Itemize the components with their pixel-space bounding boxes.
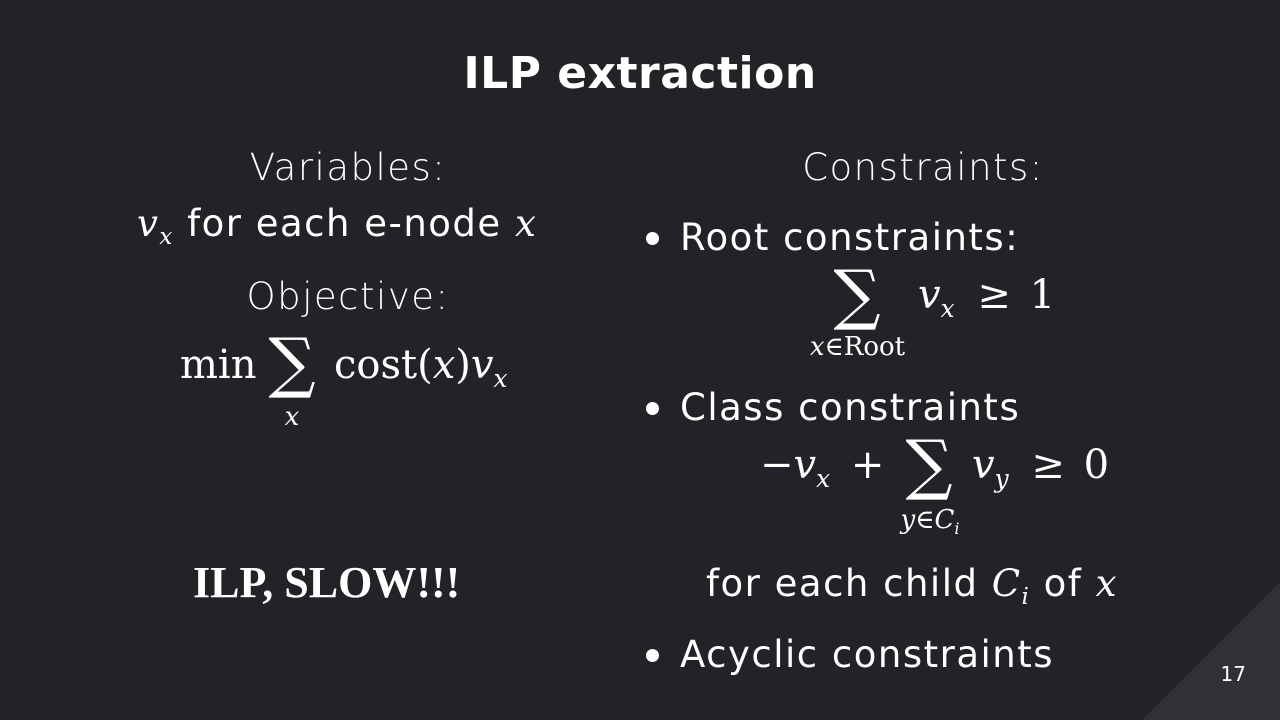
ilp-slow-label: ILP, SLOW!!! bbox=[193, 558, 461, 607]
class-right-term: vy ≥ 0 bbox=[972, 442, 1110, 493]
bullet-class bbox=[646, 402, 659, 415]
constraints-heading: Constraints: bbox=[802, 146, 1044, 189]
bullet-acyclic bbox=[646, 649, 659, 662]
objective-term: cost(x)vx bbox=[334, 342, 508, 393]
class-sum-symbol: ∑ bbox=[905, 426, 953, 503]
var-v-sub: x bbox=[159, 224, 174, 251]
class-left-term: −vx + bbox=[760, 442, 885, 493]
var-v: v bbox=[137, 202, 160, 245]
class-sum-limit: y∈Ci bbox=[900, 505, 960, 538]
objective-sum-symbol: ∑ bbox=[268, 324, 316, 401]
variables-text: for each e-node bbox=[173, 202, 515, 245]
for-each-child-line: for each child Ci of x bbox=[706, 562, 1118, 611]
slide-title: ILP extraction bbox=[463, 48, 817, 99]
variables-heading: Variables: bbox=[249, 146, 447, 189]
acyclic-constraints-label: Acyclic constraints bbox=[680, 633, 1055, 676]
objective-heading: Objective: bbox=[246, 275, 450, 318]
page-number: 17 bbox=[1220, 662, 1246, 686]
class-constraints-label: Class constraints bbox=[680, 386, 1021, 429]
bullet-root bbox=[646, 232, 659, 245]
root-term: vx ≥ 1 bbox=[918, 272, 1056, 323]
corner-decoration bbox=[1142, 582, 1280, 720]
variables-line: vx for each e-node x bbox=[137, 202, 538, 250]
root-constraints-label: Root constraints: bbox=[680, 216, 1020, 259]
root-sum-symbol: ∑ bbox=[833, 256, 881, 333]
var-node: x bbox=[514, 202, 538, 245]
objective-sum-limit: x bbox=[284, 402, 300, 432]
objective-min: min bbox=[180, 342, 257, 388]
root-sum-limit: x∈Root bbox=[809, 332, 906, 362]
